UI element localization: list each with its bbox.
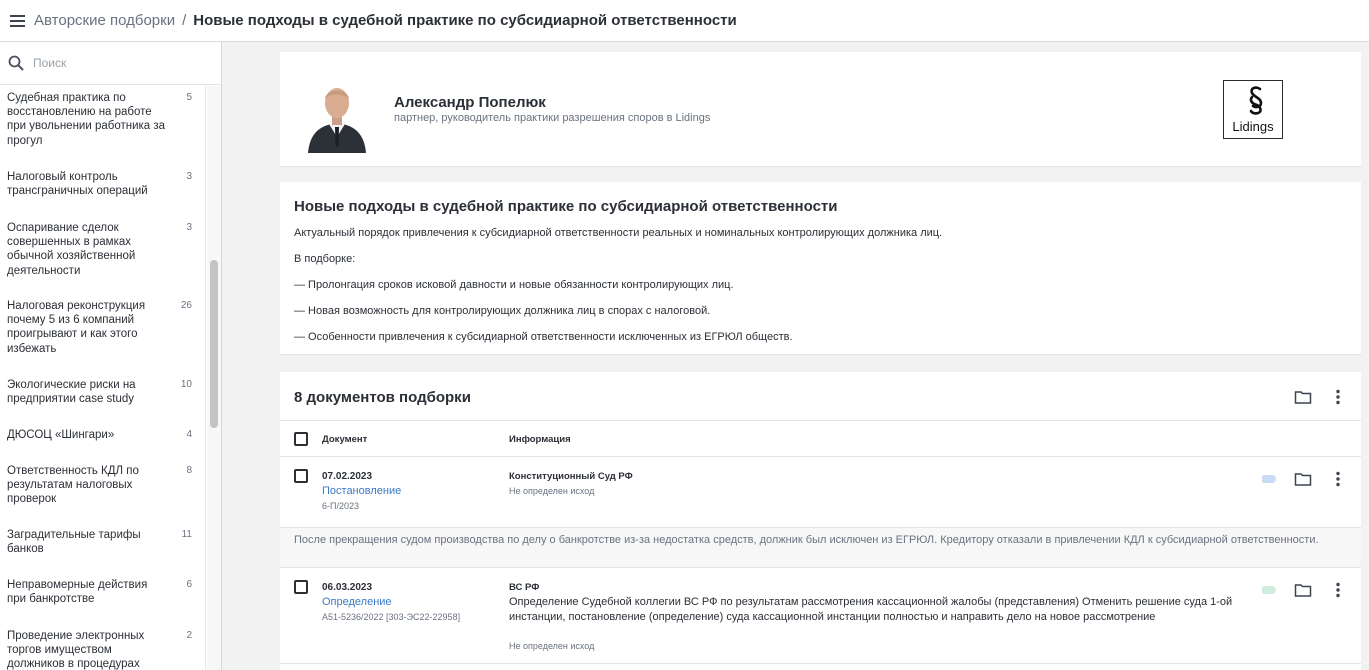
description-line: Актуальный порядок привлечения к субсиди…: [294, 227, 943, 239]
list-item-label: Судебная практика по восстановлению на р…: [7, 92, 166, 147]
court-name: Конституционный Суд РФ: [509, 471, 633, 482]
description-line: — Пролонгация сроков исковой давности и …: [294, 279, 734, 291]
list-item-label: Неправомерные действия при банкротстве: [7, 579, 148, 606]
collection-title: Новые подходы в судебной практике по суб…: [294, 198, 838, 215]
document-summary-text: После прекращения судом производства по …: [294, 534, 1319, 546]
list-item[interactable]: Неправомерные действия при банкротстве 6: [0, 578, 205, 606]
more-options-button[interactable]: [1327, 386, 1349, 408]
document-summary: После прекращения судом производства по …: [280, 528, 1361, 568]
list-item-count: 3: [186, 222, 192, 233]
logo-text: Lidings: [1232, 119, 1274, 134]
list-item[interactable]: Налоговый контроль трансграничных операц…: [0, 170, 205, 198]
outcome-status: Не определен исход: [509, 641, 595, 651]
list-item-label: Проведение электронных торгов имуществом…: [7, 630, 145, 670]
row-more-button[interactable]: [1327, 468, 1349, 490]
list-item[interactable]: Экологические риски на предприятии case …: [0, 378, 205, 406]
column-header-document: Документ: [322, 434, 368, 445]
list-item[interactable]: Налоговая реконструкция почему 5 из 6 ко…: [0, 299, 205, 356]
select-all-checkbox[interactable]: [294, 432, 308, 446]
search-input[interactable]: [33, 56, 203, 70]
row-more-button[interactable]: [1327, 579, 1349, 601]
list-item-label: ДЮСОЦ «Шингари»: [7, 429, 115, 441]
description-line: — Особенности привлечения к субсидиарной…: [294, 331, 793, 343]
list-item[interactable]: Проведение электронных торгов имуществом…: [0, 629, 205, 670]
tag-icon[interactable]: [1262, 586, 1276, 594]
more-vertical-icon: [1336, 582, 1340, 598]
breadcrumb: Авторские подборки / Новые подходы в суд…: [34, 12, 737, 29]
company-logo: Lidings: [1223, 80, 1283, 139]
row-folder-button[interactable]: [1292, 579, 1314, 601]
list-item-label: Экологические риски на предприятии case …: [7, 379, 136, 406]
breadcrumb-separator: /: [182, 12, 187, 29]
documents-panel: 8 документов подборки Документ Информаци…: [280, 372, 1361, 670]
collection-list: Судебная практика по восстановлению на р…: [0, 86, 206, 670]
description-line: В подборке:: [294, 253, 356, 265]
list-item-count: 3: [186, 171, 192, 182]
row-folder-button[interactable]: [1292, 468, 1314, 490]
document-number: А51-5236/2022 [303-ЭС22-22958]: [322, 612, 461, 622]
folder-icon: [1294, 584, 1312, 597]
breadcrumb-parent-link[interactable]: Авторские подборки: [34, 12, 175, 29]
document-type-link[interactable]: Определение: [322, 596, 392, 608]
document-date: 07.02.2023: [322, 471, 373, 482]
list-item[interactable]: ДЮСОЦ «Шингари» 4: [0, 428, 205, 442]
author-avatar: [308, 88, 366, 153]
page-title: Новые подходы в судебной практике по суб…: [193, 12, 737, 29]
document-type-link[interactable]: Постановление: [322, 485, 401, 497]
documents-count-title: 8 документов подборки: [294, 389, 471, 406]
tag-icon[interactable]: [1262, 475, 1276, 483]
outcome-status: Не определен исход: [509, 486, 595, 496]
list-item-label: Оспаривание сделок совершенных в рамках …: [7, 222, 136, 277]
list-item-count: 11: [181, 529, 192, 540]
table-row[interactable]: 07.02.2023 Постановление 6-П/2023 Консти…: [280, 457, 1361, 528]
document-date: 06.03.2023: [322, 582, 373, 593]
list-item-count: 10: [180, 379, 192, 390]
scrollbar-thumb[interactable]: [210, 260, 218, 428]
court-name: ВС РФ: [509, 582, 540, 593]
list-item-count: 26: [180, 300, 192, 311]
list-item-count: 2: [186, 630, 192, 641]
author-role: партнер, руководитель практики разрешени…: [394, 112, 711, 124]
table-header: Документ Информация: [280, 421, 1361, 457]
menu-button[interactable]: [3, 6, 33, 36]
folder-icon: [1294, 391, 1312, 404]
section-sign-icon: [1249, 86, 1263, 115]
list-item[interactable]: Заградительные тарифы банков 11: [0, 528, 205, 556]
list-item-label: Налоговая реконструкция почему 5 из 6 ко…: [7, 300, 146, 355]
hamburger-icon: [10, 14, 25, 27]
list-item-count: 5: [186, 92, 192, 103]
documents-header: 8 документов подборки: [280, 372, 1361, 421]
search-bar: [0, 42, 221, 85]
search-icon: [8, 55, 24, 71]
list-item-count: 6: [186, 579, 192, 590]
list-item[interactable]: Оспаривание сделок совершенных в рамках …: [0, 221, 205, 278]
more-vertical-icon: [1336, 471, 1340, 487]
top-bar: Авторские подборки / Новые подходы в суд…: [0, 0, 1369, 42]
folder-icon: [1294, 473, 1312, 486]
list-item-label: Ответственность КДЛ по результатам налог…: [7, 465, 139, 506]
collection-description: Новые подходы в судебной практике по суб…: [280, 182, 1361, 355]
list-item-label: Налоговый контроль трансграничных операц…: [7, 171, 148, 198]
list-item[interactable]: Ответственность КДЛ по результатам налог…: [0, 464, 205, 507]
author-name: Александр Попелюк: [394, 94, 546, 111]
sidebar-scrollbar[interactable]: [207, 86, 221, 670]
description-line: — Новая возможность для контролирующих д…: [294, 305, 711, 317]
more-vertical-icon: [1336, 389, 1340, 405]
sidebar: Судебная практика по восстановлению на р…: [0, 42, 222, 670]
author-card: Александр Попелюк партнер, руководитель …: [280, 52, 1361, 167]
list-item-label: Заградительные тарифы банков: [7, 529, 141, 556]
add-to-folder-button[interactable]: [1292, 386, 1314, 408]
row-checkbox[interactable]: [294, 580, 308, 594]
list-item[interactable]: Судебная практика по восстановлению на р…: [0, 91, 205, 148]
document-info: Определение Судебной коллегии ВС РФ по р…: [509, 596, 1233, 623]
document-number: 6-П/2023: [322, 501, 359, 511]
list-item-count: 8: [186, 465, 192, 476]
column-header-info: Информация: [509, 434, 571, 445]
table-row[interactable]: 06.03.2023 Определение А51-5236/2022 [30…: [280, 568, 1361, 664]
list-item-count: 4: [186, 429, 192, 440]
row-checkbox[interactable]: [294, 469, 308, 483]
